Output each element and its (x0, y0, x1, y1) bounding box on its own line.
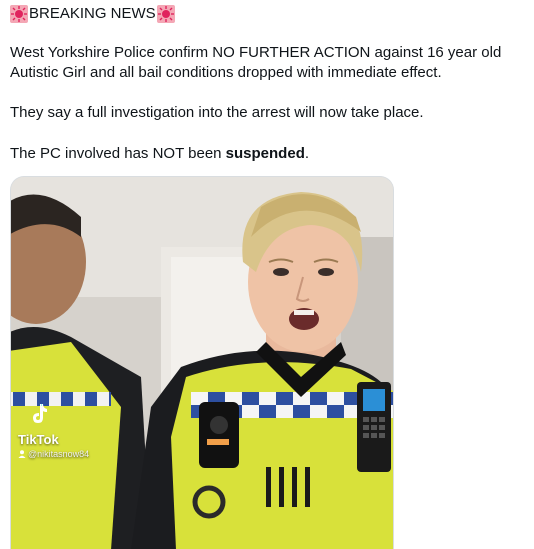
video-frame (11, 177, 393, 549)
text-segment: The PC involved has NOT been (10, 145, 226, 162)
tweet-text-line: Autistic Girl and all bail conditions dr… (10, 64, 442, 81)
tiktok-watermark-handle: @nikitasnow84 (18, 449, 89, 459)
user-icon (18, 450, 26, 458)
tweet-text-line: West Yorkshire Police confirm NO FURTHER… (10, 44, 502, 61)
tweet-text-line: The PC involved has NOT been suspended. (10, 144, 309, 164)
rotating-siren-icon (156, 5, 175, 23)
rotating-siren-icon (10, 5, 28, 23)
handle-text: @nikitasnow84 (28, 449, 90, 459)
tiktok-watermark-brand: TikTok (18, 432, 59, 447)
tweet: BREAKING NEWS West Yorkshire Police conf… (0, 0, 534, 549)
headline: BREAKING NEWS (10, 4, 175, 24)
text-segment: . (304, 145, 310, 162)
tiktok-logo-icon (33, 404, 47, 423)
video-thumbnail[interactable]: TikTok @nikitasnow84 (10, 176, 394, 549)
tweet-text-line: They say a full investigation into the a… (10, 104, 424, 121)
emphasis-text: suspended (225, 145, 305, 162)
headline-text: BREAKING NEWS (29, 5, 156, 22)
